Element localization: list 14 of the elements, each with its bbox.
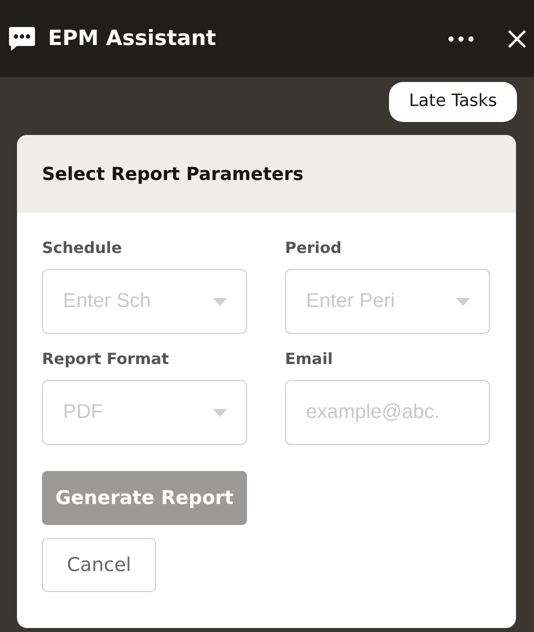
caret-icon <box>456 298 470 306</box>
card-header: Select Report Parameters <box>17 135 516 213</box>
more-icon[interactable] <box>448 36 474 42</box>
chat-icon <box>8 26 36 52</box>
field-label: Schedule <box>42 238 123 259</box>
field-label: Period <box>285 238 343 259</box>
field-label: Report Format <box>42 349 170 370</box>
suggestion-chip[interactable]: Late Tasks <box>389 82 517 122</box>
caret-icon <box>213 409 227 417</box>
field-label: Email <box>285 349 334 370</box>
cancel-button[interactable]: Cancel <box>42 538 156 592</box>
window-title: EPM Assistant <box>48 24 216 52</box>
close-icon[interactable] <box>508 30 526 48</box>
caret-icon <box>213 298 227 306</box>
